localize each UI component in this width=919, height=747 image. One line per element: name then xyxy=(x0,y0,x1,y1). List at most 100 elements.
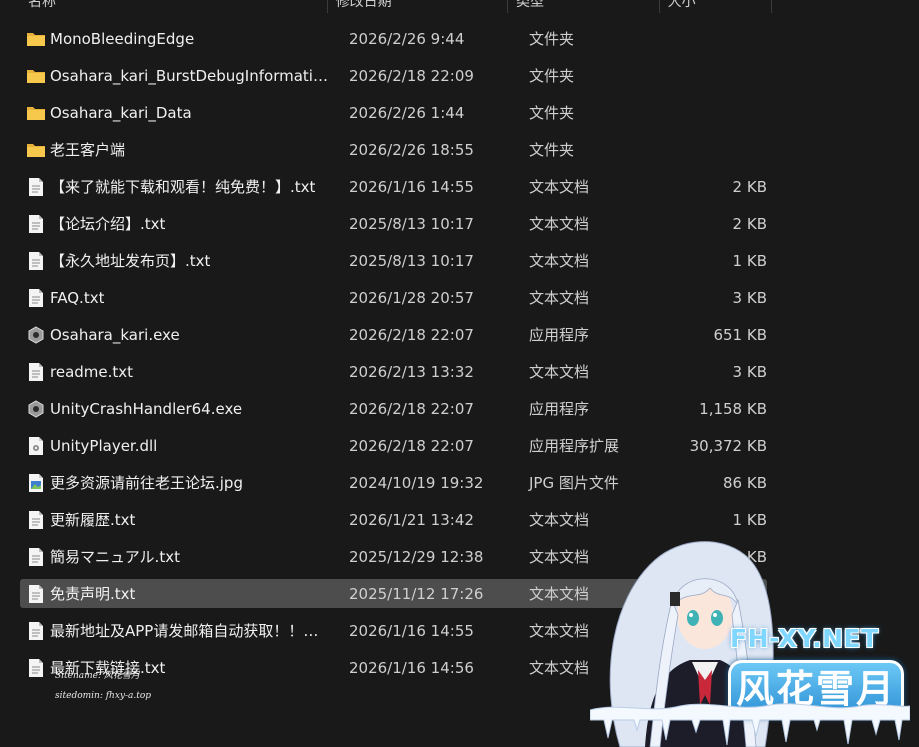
file-name-cell: 更多资源请前往老王论坛.jpg xyxy=(20,472,333,494)
file-name-cell: UnityCrashHandler64.exe xyxy=(20,398,333,420)
file-row[interactable]: readme.txt 2026/2/13 13:32 文本文档 3 KB xyxy=(20,353,767,390)
file-name-cell: MonoBleedingEdge xyxy=(20,28,333,50)
file-type: 文本文档 xyxy=(529,178,590,196)
file-name: 更多资源请前往老王论坛.jpg xyxy=(50,474,243,492)
file-type: 文件夹 xyxy=(529,30,575,48)
file-date-modified: 2026/1/16 14:56 xyxy=(349,658,474,677)
file-row[interactable]: UnityPlayer.dll 2026/2/18 22:07 应用程序扩展 30,3… xyxy=(20,427,767,464)
file-size: 2 KB xyxy=(732,214,767,233)
text-file-icon xyxy=(25,583,47,605)
column-header-type[interactable]: 类型 xyxy=(508,0,660,13)
file-type: 文本文档 xyxy=(529,252,590,270)
file-type: 文本文档 xyxy=(529,289,590,307)
file-name-cell: Osahara_kari_Data xyxy=(20,102,333,124)
folder-icon xyxy=(25,139,47,161)
file-date-modified: 2026/2/26 1:44 xyxy=(349,103,465,122)
file-date-modified: 2025/8/13 10:17 xyxy=(349,214,474,233)
file-date-modified: 2026/2/18 22:07 xyxy=(349,325,474,344)
file-name-cell: 【论坛介绍】.txt xyxy=(20,213,333,235)
file-row[interactable]: FAQ.txt 2026/1/28 20:57 文本文档 3 KB xyxy=(20,279,767,316)
file-type: 文本文档 xyxy=(529,215,590,233)
file-date-modified: 2025/12/29 12:38 xyxy=(349,547,484,566)
file-name: Osahara_kari.exe xyxy=(50,325,180,344)
file-type: 文件夹 xyxy=(529,104,575,122)
text-file-icon xyxy=(25,213,47,235)
file-name-cell: 簡易マニュアル.txt xyxy=(20,546,333,568)
file-type: 文件夹 xyxy=(529,141,575,159)
file-name-cell: 老王客户端 xyxy=(20,139,333,161)
text-file-icon xyxy=(25,250,47,272)
watermark-sitedomain: sitedomin: fhxy-a.top xyxy=(55,691,152,701)
brand-url-logo: FH-XY.NET xyxy=(730,624,879,653)
text-file-icon xyxy=(25,361,47,383)
folder-icon xyxy=(25,65,47,87)
file-date-modified: 2026/2/26 18:55 xyxy=(349,140,474,159)
file-size: 3 KB xyxy=(732,362,767,381)
file-size: 1,158 KB xyxy=(699,399,767,418)
text-file-icon xyxy=(25,176,47,198)
column-header-row: 名称 修改日期 类型 大小 xyxy=(20,0,772,13)
file-row[interactable]: MonoBleedingEdge 2026/2/26 9:44 文件夹 xyxy=(20,20,767,57)
file-name-cell: 【永久地址发布页】.txt xyxy=(20,250,333,272)
file-name: 【永久地址发布页】.txt xyxy=(50,252,211,270)
file-name: 簡易マニュアル.txt xyxy=(50,548,180,566)
file-name: 最新地址及APP请发邮箱自动获取！！！... xyxy=(50,622,332,640)
file-name-cell: 更新履歴.txt xyxy=(20,509,333,531)
file-name-cell: 免责声明.txt xyxy=(20,583,333,605)
file-row[interactable]: 更多资源请前往老王论坛.jpg 2024/10/19 19:32 JPG 图片文件 8… xyxy=(20,464,767,501)
file-name: 【论坛介绍】.txt xyxy=(50,215,166,233)
file-explorer: 名称 修改日期 类型 大小 MonoBleedingEdge 2026/2/26 … xyxy=(0,0,919,747)
file-row[interactable]: 【论坛介绍】.txt 2025/8/13 10:17 文本文档 2 KB xyxy=(20,205,767,242)
file-name: Osahara_kari_Data xyxy=(50,103,192,122)
file-name-cell: Osahara_kari.exe xyxy=(20,324,333,346)
file-date-modified: 2025/11/12 17:26 xyxy=(349,584,484,603)
file-name: 更新履歴.txt xyxy=(50,511,136,529)
file-date-modified: 2026/2/18 22:07 xyxy=(349,399,474,418)
file-name-cell: UnityPlayer.dll xyxy=(20,435,333,457)
file-type: 文件夹 xyxy=(529,67,575,85)
file-type: 应用程序扩展 xyxy=(529,437,620,455)
unity-app-icon xyxy=(25,324,47,346)
watermark-sitename: Sitename: 风花雪月 xyxy=(55,671,140,681)
text-file-icon xyxy=(25,620,47,642)
file-type: 文本文档 xyxy=(529,363,590,381)
file-name: 免责声明.txt xyxy=(50,585,136,603)
text-file-icon xyxy=(25,287,47,309)
file-name: MonoBleedingEdge xyxy=(50,29,195,48)
file-type: 应用程序 xyxy=(529,326,590,344)
file-name: readme.txt xyxy=(50,362,134,381)
file-date-modified: 2026/1/16 14:55 xyxy=(349,177,474,196)
file-row[interactable]: UnityCrashHandler64.exe 2026/2/18 22:07 应用… xyxy=(20,390,767,427)
file-date-modified: 2026/2/18 22:09 xyxy=(349,66,474,85)
file-date-modified: 2026/1/21 13:42 xyxy=(349,510,474,529)
file-row[interactable]: 【永久地址发布页】.txt 2025/8/13 10:17 文本文档 1 KB xyxy=(20,242,767,279)
file-date-modified: 2025/8/13 10:17 xyxy=(349,251,474,270)
file-name: 老王客户端 xyxy=(50,141,126,159)
file-name: 【来了就能下载和观看！纯免费！】.txt xyxy=(50,178,316,196)
file-name-cell: readme.txt xyxy=(20,361,333,383)
dll-file-icon xyxy=(25,435,47,457)
text-file-icon xyxy=(25,657,47,679)
file-row[interactable]: Osahara_kari.exe 2026/2/18 22:07 应用程序 651 K… xyxy=(20,316,767,353)
column-header-size[interactable]: 大小 xyxy=(660,0,772,13)
file-date-modified: 2026/2/18 22:07 xyxy=(349,436,474,455)
folder-icon xyxy=(25,102,47,124)
file-name-cell: FAQ.txt xyxy=(20,287,333,309)
file-row[interactable]: Osahara_kari_BurstDebugInformation... 202… xyxy=(20,57,767,94)
file-row[interactable]: 老王客户端 2026/2/26 18:55 文件夹 xyxy=(20,131,767,168)
file-size: 30,372 KB xyxy=(689,436,767,455)
file-name-cell: 【来了就能下载和观看！纯免费！】.txt xyxy=(20,176,333,198)
file-size: 2 KB xyxy=(732,177,767,196)
file-row[interactable]: 【来了就能下载和观看！纯免费！】.txt 2026/1/16 14:55 文本文档 2… xyxy=(20,168,767,205)
file-name-cell: Osahara_kari_BurstDebugInformation... xyxy=(20,65,333,87)
column-header-date-modified[interactable]: 修改日期 xyxy=(328,0,509,13)
file-date-modified: 2026/1/16 14:55 xyxy=(349,621,474,640)
image-file-icon xyxy=(25,472,47,494)
file-row[interactable]: Osahara_kari_Data 2026/2/26 1:44 文件夹 xyxy=(20,94,767,131)
folder-icon xyxy=(25,28,47,50)
unity-app-icon xyxy=(25,398,47,420)
file-size: 3 KB xyxy=(732,288,767,307)
file-name-cell: 最新地址及APP请发邮箱自动获取！！！... xyxy=(20,620,333,642)
file-size: 1 KB xyxy=(732,251,767,270)
column-header-name[interactable]: 名称 xyxy=(20,0,328,13)
